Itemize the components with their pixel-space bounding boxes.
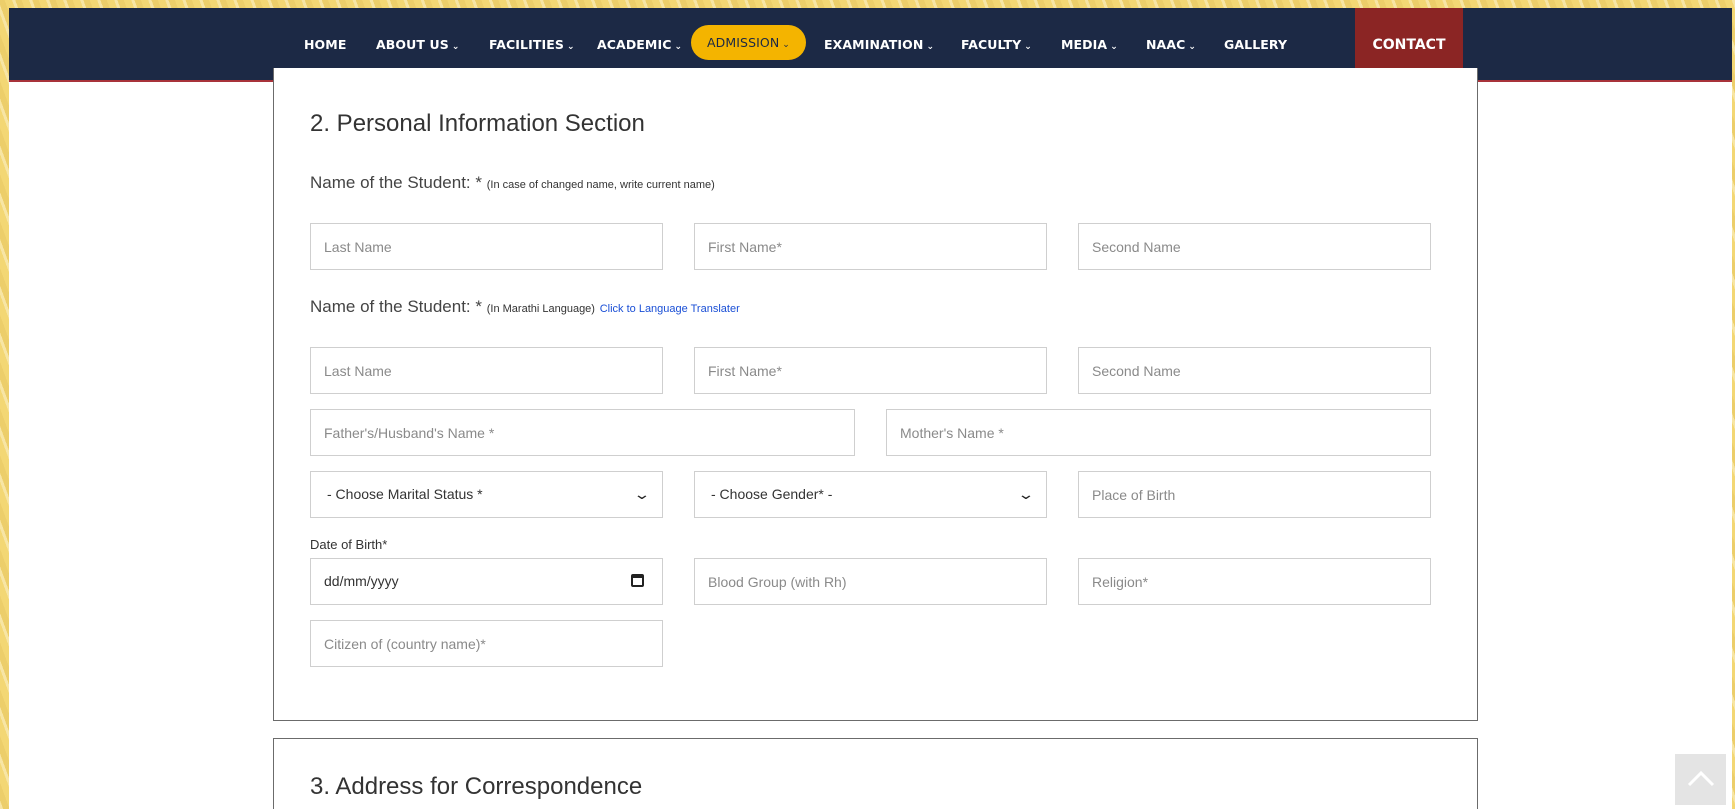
student-name-label: Name of the Student: * (In case of chang…: [310, 173, 715, 193]
first-name-input[interactable]: [694, 223, 1047, 270]
dob-label: Date of Birth*: [310, 537, 388, 552]
chevron-down-icon: ⌄: [633, 486, 651, 502]
nav-home-label: HOME: [304, 37, 347, 52]
place-of-birth-input[interactable]: [1078, 471, 1431, 518]
marathi-last-name-input[interactable]: [310, 347, 663, 394]
chevron-up-icon: [1687, 770, 1715, 787]
scroll-to-top-button[interactable]: [1675, 754, 1726, 805]
nav-admission-label: ADMISSION: [707, 35, 780, 50]
gender-value: - Choose Gender* -: [711, 486, 833, 502]
mother-name-input[interactable]: [886, 409, 1431, 456]
nav-admission[interactable]: ADMISSION ⌄: [691, 25, 806, 60]
religion-input[interactable]: [1078, 558, 1431, 605]
nav-faculty-label: FACULTY: [961, 37, 1022, 52]
language-translator-link[interactable]: Click to Language Translater: [600, 303, 740, 315]
marathi-language-note: (In Marathi Language): [486, 303, 595, 315]
calendar-icon[interactable]: [631, 574, 644, 587]
personal-information-section: 2. Personal Information Section Name of …: [273, 68, 1478, 721]
student-name-marathi-label-text: Name of the Student: *: [310, 297, 482, 316]
nav-contact-label: CONTACT: [1372, 37, 1446, 53]
gender-select[interactable]: - Choose Gender* - ⌄: [694, 471, 1047, 518]
marital-status-select[interactable]: - Choose Marital Status * ⌄: [310, 471, 663, 518]
nav-media-label: MEDIA: [1061, 37, 1108, 52]
student-name-note: (In case of changed name, write current …: [486, 179, 715, 191]
citizen-input[interactable]: [310, 620, 663, 667]
nav-naac-label: NAAC: [1146, 37, 1186, 52]
chevron-down-icon: ⌄: [782, 40, 790, 50]
chevron-down-icon: ⌄: [1017, 486, 1035, 502]
student-name-label-text: Name of the Student: *: [310, 173, 482, 192]
nav-facilities-label: FACILITIES: [489, 37, 564, 52]
address-section: 3. Address for Correspondence: [273, 738, 1478, 809]
date-of-birth-input[interactable]: dd/mm/yyyy: [310, 558, 663, 605]
father-husband-name-input[interactable]: [310, 409, 855, 456]
nav-gallery-label: GALLERY: [1224, 37, 1288, 52]
student-name-marathi-label: Name of the Student: * (In Marathi Langu…: [310, 297, 740, 317]
marital-status-value: - Choose Marital Status *: [327, 486, 483, 502]
last-name-input[interactable]: [310, 223, 663, 270]
second-name-input[interactable]: [1078, 223, 1431, 270]
section-title: 2. Personal Information Section: [310, 110, 645, 137]
blood-group-input[interactable]: [694, 558, 1047, 605]
nav-examination-label: EXAMINATION: [824, 37, 924, 52]
marathi-first-name-input[interactable]: [694, 347, 1047, 394]
address-section-title: 3. Address for Correspondence: [310, 773, 643, 800]
dob-value: dd/mm/yyyy: [324, 573, 399, 589]
page: HOME ABOUT US ⌄ FACILITIES ⌄ ACADEMIC ⌄ ADM…: [9, 8, 1732, 809]
nav-academic-label: ACADEMIC: [597, 37, 672, 52]
marathi-second-name-input[interactable]: [1078, 347, 1431, 394]
nav-about-us-label: ABOUT US: [376, 37, 449, 52]
